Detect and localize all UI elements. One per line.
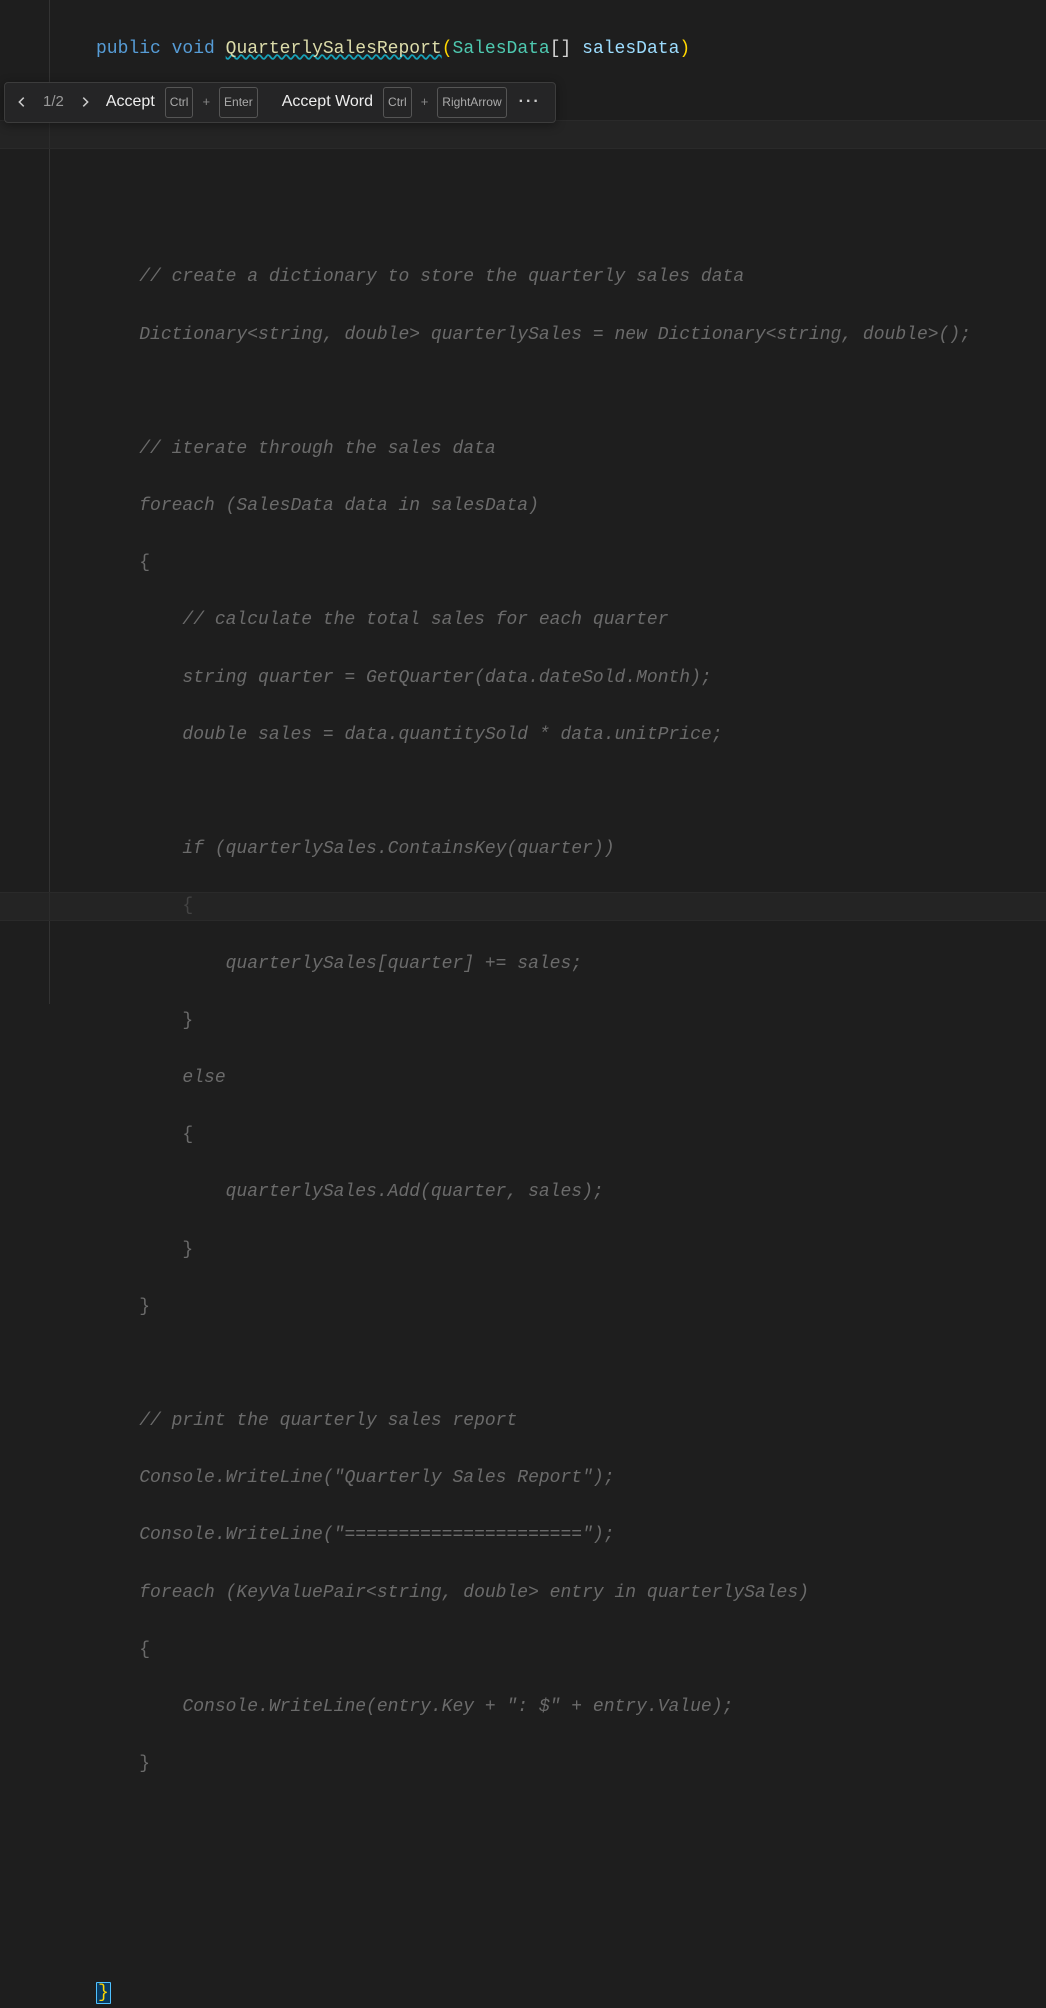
code-area[interactable]: public void QuarterlySalesReport(SalesDa… <box>0 0 1046 2008</box>
ghost-text: { <box>139 1640 150 1660</box>
ghost-line[interactable] <box>0 1350 1046 1379</box>
ghost-text: double sales = data.quantitySold * data.… <box>139 725 722 745</box>
keyword: public <box>96 39 161 59</box>
code-line-blank[interactable] <box>0 149 1046 178</box>
ghost-line[interactable]: // create a dictionary to store the quar… <box>0 263 1046 292</box>
ghost-line[interactable]: } <box>0 1750 1046 1779</box>
gutter <box>0 0 52 1004</box>
ghost-line[interactable]: // iterate through the sales data <box>0 435 1046 464</box>
ghost-text: Console.WriteLine(entry.Key + ": $" + en… <box>139 1697 733 1717</box>
kbd-ctrl: Ctrl <box>165 87 194 118</box>
param-name: salesData <box>582 39 679 59</box>
code-line-blank[interactable] <box>0 1807 1046 1836</box>
kbd-plus: + <box>201 88 211 117</box>
accept-button[interactable]: Accept <box>104 88 157 117</box>
ghost-text: quarterlySales[quarter] += sales; <box>139 954 582 974</box>
ghost-text: foreach (KeyValuePair<string, double> en… <box>139 1583 809 1603</box>
ghost-line[interactable]: Console.WriteLine("Quarterly Sales Repor… <box>0 1464 1046 1493</box>
ghost-line[interactable]: } <box>0 1236 1046 1265</box>
ghost-text: Console.WriteLine("=====================… <box>139 1525 614 1545</box>
more-actions-button[interactable]: ··· <box>515 88 545 117</box>
code-line-blank[interactable] <box>0 1865 1046 1894</box>
paren: ( <box>442 39 453 59</box>
ghost-text: else <box>139 1068 225 1088</box>
kbd-plus: + <box>420 88 430 117</box>
paren: ) <box>679 39 690 59</box>
chevron-right-icon <box>78 95 92 109</box>
code-line-blank[interactable] <box>0 1922 1046 1951</box>
brace-close: } <box>96 1982 111 2004</box>
ghost-line[interactable]: } <box>0 1007 1046 1036</box>
keyword: void <box>172 39 215 59</box>
gutter-fold-line <box>49 0 50 1004</box>
kbd-enter: Enter <box>219 87 258 118</box>
ghost-line[interactable]: quarterlySales[quarter] += sales; <box>0 950 1046 979</box>
ghost-text: } <box>139 1754 150 1774</box>
ghost-text: Console.WriteLine("Quarterly Sales Repor… <box>139 1468 614 1488</box>
kbd-rightarrow: RightArrow <box>437 87 506 118</box>
ghost-text: // calculate the total sales for each qu… <box>139 610 668 630</box>
ghost-line[interactable]: Dictionary<string, double> quarterlySale… <box>0 321 1046 350</box>
code-editor[interactable]: public void QuarterlySalesReport(SalesDa… <box>0 0 1046 1004</box>
ghost-text: { <box>139 1125 193 1145</box>
ghost-line[interactable]: string quarter = GetQuarter(data.dateSol… <box>0 664 1046 693</box>
ghost-line[interactable] <box>0 778 1046 807</box>
ghost-line[interactable]: { <box>0 549 1046 578</box>
ghost-text: Dictionary<string, double> quarterlySale… <box>139 325 971 345</box>
ghost-text: string quarter = GetQuarter(data.dateSol… <box>139 668 712 688</box>
ghost-line[interactable]: Console.WriteLine("=====================… <box>0 1521 1046 1550</box>
inline-suggestion-toolbar: 1/2 Accept Ctrl + Enter Accept Word Ctrl… <box>4 82 556 123</box>
ghost-line[interactable]: double sales = data.quantitySold * data.… <box>0 721 1046 750</box>
ghost-line[interactable]: // print the quarterly sales report <box>0 1407 1046 1436</box>
ghost-text: { <box>139 553 150 573</box>
next-suggestion-button[interactable] <box>74 91 96 113</box>
code-line[interactable]: } <box>0 1979 1046 2008</box>
ghost-line[interactable]: foreach (SalesData data in salesData) <box>0 492 1046 521</box>
ghost-text: if (quarterlySales.ContainsKey(quarter)) <box>139 839 614 859</box>
brackets: [] <box>550 39 572 59</box>
ghost-text: // print the quarterly sales report <box>139 1411 517 1431</box>
type-name: SalesData <box>453 39 550 59</box>
ghost-text: // iterate through the sales data <box>139 439 495 459</box>
ghost-text: foreach (SalesData data in salesData) <box>139 496 539 516</box>
ghost-line[interactable] <box>0 378 1046 407</box>
active-line-highlight <box>0 120 1046 149</box>
accept-word-button[interactable]: Accept Word <box>280 88 375 117</box>
ghost-text: // create a dictionary to store the quar… <box>139 267 744 287</box>
ghost-text: } <box>139 1297 150 1317</box>
ghost-line[interactable]: Console.WriteLine(entry.Key + ": $" + en… <box>0 1693 1046 1722</box>
code-line-blank[interactable] <box>0 206 1046 235</box>
prev-suggestion-button[interactable] <box>11 91 33 113</box>
ghost-text: quarterlySales.Add(quarter, sales); <box>139 1182 603 1202</box>
ghost-line[interactable]: // calculate the total sales for each qu… <box>0 606 1046 635</box>
ghost-line[interactable]: quarterlySales.Add(quarter, sales); <box>0 1178 1046 1207</box>
method-name: QuarterlySalesReport <box>226 39 442 59</box>
chevron-left-icon <box>15 95 29 109</box>
ghost-line[interactable]: foreach (KeyValuePair<string, double> en… <box>0 1579 1046 1608</box>
ghost-line[interactable]: if (quarterlySales.ContainsKey(quarter)) <box>0 835 1046 864</box>
ghost-line[interactable]: } <box>0 1293 1046 1322</box>
kbd-ctrl: Ctrl <box>383 87 412 118</box>
suggestion-count: 1/2 <box>41 88 66 117</box>
active-line-highlight <box>0 892 1046 921</box>
ghost-line[interactable]: { <box>0 1121 1046 1150</box>
code-line[interactable]: public void QuarterlySalesReport(SalesDa… <box>0 35 1046 64</box>
ghost-line[interactable]: { <box>0 1636 1046 1665</box>
ghost-line[interactable]: else <box>0 1064 1046 1093</box>
ghost-text: } <box>139 1011 193 1031</box>
ghost-text: } <box>139 1240 193 1260</box>
